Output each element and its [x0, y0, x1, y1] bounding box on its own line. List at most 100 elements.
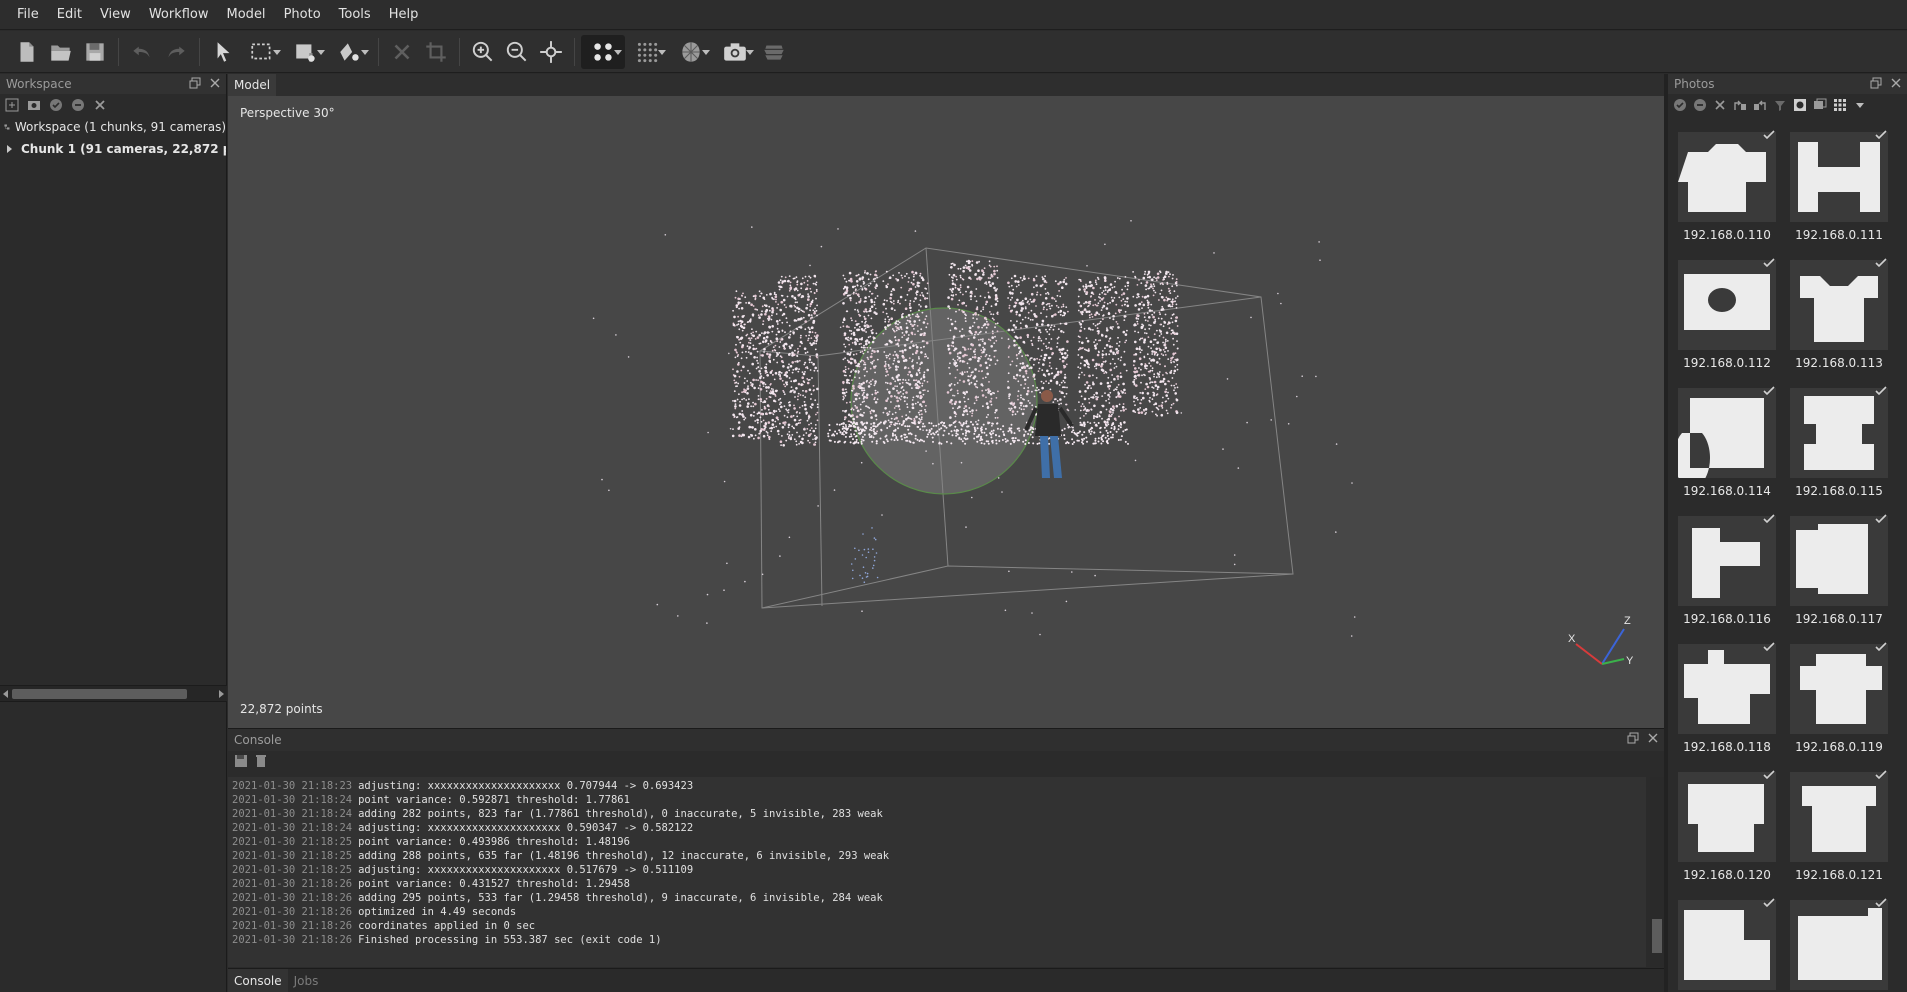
- close-panel-icon[interactable]: [1889, 76, 1903, 90]
- console-toolbar: [228, 751, 1664, 771]
- reset-view-icon: [540, 40, 562, 63]
- aligned-check-icon: [1762, 766, 1776, 780]
- zoom-out-button[interactable]: [500, 35, 534, 69]
- chevron-down-icon[interactable]: [1852, 97, 1868, 113]
- photo-thumbnail[interactable]: 192.168.0.121: [1788, 768, 1890, 888]
- point-cloud-view-button[interactable]: [581, 34, 625, 69]
- chunk-row[interactable]: Chunk 1 (91 cameras, 22,872 p: [0, 138, 226, 160]
- show-cameras-button[interactable]: [713, 35, 757, 69]
- console-vertical-scrollbar[interactable]: [1650, 777, 1664, 967]
- crop-selection-button[interactable]: [419, 35, 453, 69]
- point-cloud-icon: [594, 42, 612, 61]
- zoom-in-button[interactable]: [466, 35, 500, 69]
- sparse-point-cloud: [592, 220, 1356, 637]
- thumbnail-grid-icon[interactable]: [1832, 97, 1848, 113]
- reset-filter-icon[interactable]: [1772, 97, 1788, 113]
- log-message: Finished processing in 553.387 sec (exit…: [358, 934, 662, 946]
- photo-mask-image: [1678, 900, 1776, 990]
- tab-console[interactable]: Console: [228, 968, 288, 992]
- dense-cloud-view-button[interactable]: [625, 35, 669, 69]
- scroll-left-arrow-icon[interactable]: [3, 690, 8, 698]
- menu-workflow[interactable]: Workflow: [140, 0, 218, 30]
- redo-button[interactable]: [159, 35, 193, 69]
- photo-thumbnail[interactable]: 192.168.0.113: [1788, 256, 1890, 376]
- menu-help[interactable]: Help: [380, 0, 428, 30]
- add-photos-icon[interactable]: [26, 97, 42, 113]
- log-timestamp: 2021-01-30 21:18:24: [232, 808, 353, 820]
- float-panel-icon[interactable]: [1869, 76, 1883, 90]
- log-message: adjusting: xxxxxxxxxxxxxxxxxxxxx 0.51767…: [358, 864, 694, 876]
- disable-icon[interactable]: [70, 97, 86, 113]
- console-log[interactable]: 2021-01-30 21:18:23 adjusting: xxxxxxxxxx…: [228, 777, 1646, 967]
- photo-thumbnail[interactable]: 192.168.0.114: [1676, 384, 1778, 504]
- tab-model[interactable]: Model: [228, 74, 277, 96]
- model-viewport[interactable]: Perspective 30° 22,872 points Z X Y: [228, 96, 1664, 728]
- disable-icon[interactable]: [1692, 97, 1708, 113]
- photo-thumbnail[interactable]: 192.168.0.110: [1676, 128, 1778, 248]
- region-resize-button[interactable]: [284, 35, 328, 69]
- console-panel-title: Console: [228, 729, 1664, 751]
- workspace-root-row[interactable]: Workspace (1 chunks, 91 cameras): [0, 116, 226, 138]
- rectangle-selection-button[interactable]: [240, 35, 284, 69]
- save-icon: [86, 42, 104, 61]
- menu-edit[interactable]: Edit: [48, 0, 91, 30]
- photo-thumbnail[interactable]: 192.168.0.117: [1788, 512, 1890, 632]
- view-frames-icon[interactable]: [1812, 97, 1828, 113]
- photo-mask-image: [1678, 388, 1776, 478]
- open-project-button[interactable]: [44, 35, 78, 69]
- float-panel-icon[interactable]: [1626, 731, 1640, 745]
- photo-thumbnail[interactable]: 192.168.0.115: [1788, 384, 1890, 504]
- float-panel-icon[interactable]: [188, 76, 202, 90]
- enable-icon[interactable]: [1672, 97, 1688, 113]
- aligned-check-icon: [1762, 510, 1776, 524]
- show-region-button[interactable]: [757, 35, 791, 69]
- enable-icon[interactable]: [48, 97, 64, 113]
- photo-mask-image: [1678, 772, 1776, 862]
- folder-open-icon: [51, 45, 71, 61]
- navigation-tool-button[interactable]: [206, 35, 240, 69]
- clear-log-icon[interactable]: [254, 754, 268, 768]
- photo-label: 192.168.0.115: [1795, 484, 1883, 498]
- photo-thumbnail[interactable]: [1788, 896, 1890, 992]
- reset-view-button[interactable]: [534, 35, 568, 69]
- aligned-check-icon: [1762, 894, 1776, 908]
- rotate-object-button[interactable]: [328, 35, 372, 69]
- expand-arrow-icon[interactable]: [7, 145, 12, 153]
- photo-thumbnail[interactable]: 192.168.0.118: [1676, 640, 1778, 760]
- console-log-line: 2021-01-30 21:18:25 adding 288 points, 63…: [232, 849, 1642, 863]
- log-message: point variance: 0.431527 threshold: 1.29…: [358, 878, 630, 890]
- rotate-left-icon[interactable]: [1752, 97, 1768, 113]
- scrollbar-thumb[interactable]: [1652, 919, 1662, 953]
- menu-model[interactable]: Model: [218, 0, 275, 30]
- add-chunk-icon[interactable]: [4, 97, 20, 113]
- close-panel-icon[interactable]: [208, 76, 222, 90]
- photo-thumbnail[interactable]: 192.168.0.119: [1788, 640, 1890, 760]
- save-log-icon[interactable]: [234, 754, 248, 768]
- remove-icon[interactable]: [1712, 97, 1728, 113]
- menu-tools[interactable]: Tools: [330, 0, 380, 30]
- menu-view[interactable]: View: [91, 0, 140, 30]
- delete-selection-button[interactable]: [385, 35, 419, 69]
- save-project-button[interactable]: [78, 35, 112, 69]
- photo-thumbnail[interactable]: 192.168.0.112: [1676, 256, 1778, 376]
- mask-icon[interactable]: [1792, 97, 1808, 113]
- close-panel-icon[interactable]: [1646, 731, 1660, 745]
- scrollbar-thumb[interactable]: [12, 689, 187, 699]
- menu-photo[interactable]: Photo: [275, 0, 330, 30]
- point-cloud-scene: [592, 220, 1356, 637]
- tab-jobs[interactable]: Jobs: [288, 969, 325, 992]
- workspace-horizontal-scrollbar[interactable]: [0, 685, 227, 701]
- log-message: adding 282 points, 823 far (1.77861 thre…: [358, 808, 883, 820]
- remove-items-icon[interactable]: [92, 97, 108, 113]
- photo-thumbnail[interactable]: 192.168.0.120: [1676, 768, 1778, 888]
- photo-mask-image: [1678, 644, 1776, 734]
- undo-button[interactable]: [125, 35, 159, 69]
- photo-thumbnail[interactable]: 192.168.0.111: [1788, 128, 1890, 248]
- model-view-button[interactable]: [669, 35, 713, 69]
- scroll-right-arrow-icon[interactable]: [219, 690, 224, 698]
- photo-thumbnail[interactable]: 192.168.0.116: [1676, 512, 1778, 632]
- photo-thumbnail[interactable]: [1676, 896, 1778, 992]
- new-project-button[interactable]: [10, 35, 44, 69]
- menu-file[interactable]: File: [8, 0, 48, 30]
- rotate-right-icon[interactable]: [1732, 97, 1748, 113]
